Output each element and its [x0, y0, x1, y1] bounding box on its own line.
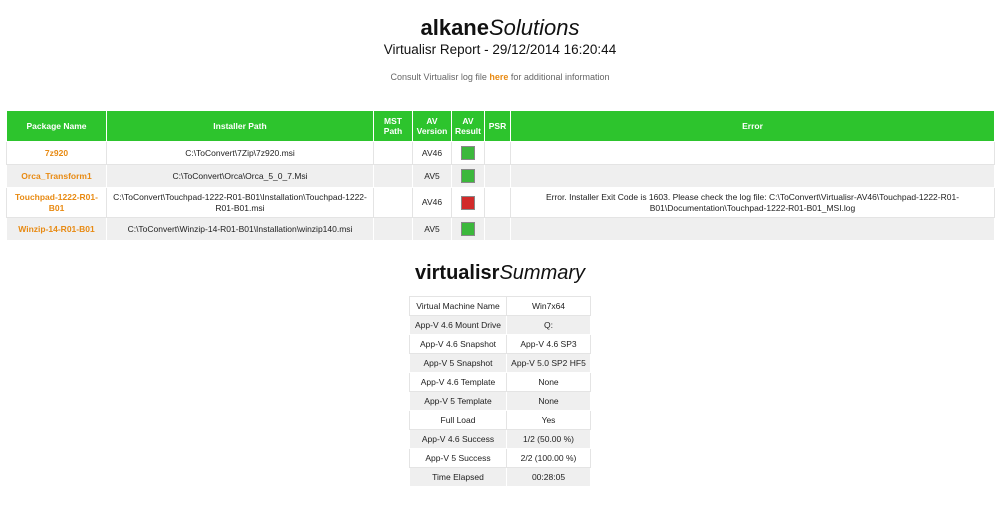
brand-logo: alkaneSolutions — [0, 14, 1000, 42]
mst-path — [373, 141, 413, 165]
col-installer-path: Installer Path — [106, 110, 374, 142]
summary-row: Time Elapsed 00:28:05 — [409, 467, 591, 487]
package-name: Winzip-14-R01-B01 — [6, 217, 107, 241]
summary-row: App-V 4.6 Success 1/2 (50.00 %) — [409, 429, 591, 449]
av-result — [451, 217, 485, 241]
av-version: AV46 — [412, 141, 452, 165]
summary-row: Full Load Yes — [409, 410, 591, 430]
summary-label: Full Load — [409, 410, 507, 430]
av-version: AV5 — [412, 217, 452, 241]
summary-value: 2/2 (100.00 %) — [506, 448, 591, 468]
summary-label: App-V 5 Snapshot — [409, 353, 507, 373]
col-error: Error — [510, 110, 995, 142]
mst-path — [373, 187, 413, 218]
summary-value: Yes — [506, 410, 591, 430]
psr — [484, 217, 511, 241]
brand-italic: Solutions — [488, 15, 580, 40]
success-status-icon — [461, 222, 475, 236]
table-row: 7z920 C:\ToConvert\7Zip\7z920.msi AV46 — [6, 141, 995, 165]
psr — [484, 164, 511, 188]
package-name: Touchpad-1222-R01-B01 — [6, 187, 107, 218]
mst-path — [373, 164, 413, 188]
col-psr: PSR — [484, 110, 511, 142]
error-message: Error. Installer Exit Code is 1603. Plea… — [510, 187, 995, 218]
summary-row: Virtual Machine Name Win7x64 — [409, 296, 591, 316]
installer-path: C:\ToConvert\Orca\Orca_5_0_7.Msi — [106, 164, 374, 188]
psr — [484, 141, 511, 165]
summary-label: App-V 5 Template — [409, 391, 507, 411]
consult-suffix: for additional information — [508, 72, 610, 82]
installer-path: C:\ToConvert\Winzip-14-R01-B01\Installat… — [106, 217, 374, 241]
summary-value: App-V 4.6 SP3 — [506, 334, 591, 354]
summary-label: Time Elapsed — [409, 467, 507, 487]
av-result — [451, 141, 485, 165]
summary-row: App-V 5 Success 2/2 (100.00 %) — [409, 448, 591, 468]
table-row: Winzip-14-R01-B01 C:\ToConvert\Winzip-14… — [6, 217, 995, 241]
summary-value: None — [506, 372, 591, 392]
summary-row: App-V 4.6 Mount Drive Q: — [409, 315, 591, 335]
summary-value: App-V 5.0 SP2 HF5 — [506, 353, 591, 373]
av-version: AV5 — [412, 164, 452, 188]
installer-path: C:\ToConvert\Touchpad-1222-R01-B01\Insta… — [106, 187, 374, 218]
col-av-version: AV Version — [412, 110, 452, 142]
error-message — [510, 217, 995, 241]
table-row: Touchpad-1222-R01-B01 C:\ToConvert\Touch… — [6, 187, 995, 218]
error-message — [510, 141, 995, 165]
summary-row: App-V 4.6 Snapshot App-V 4.6 SP3 — [409, 334, 591, 354]
consult-prefix: Consult Virtualisr log file — [390, 72, 490, 82]
summary-value: None — [506, 391, 591, 411]
installer-path: C:\ToConvert\7Zip\7z920.msi — [106, 141, 374, 165]
col-mst-path: MST Path — [373, 110, 413, 142]
mst-path — [373, 217, 413, 241]
log-file-link[interactable]: here — [489, 72, 508, 82]
summary-row: App-V 5 Snapshot App-V 5.0 SP2 HF5 — [409, 353, 591, 373]
av-result — [451, 187, 485, 218]
summary-value: 00:28:05 — [506, 467, 591, 487]
av-result — [451, 164, 485, 188]
package-name: Orca_Transform1 — [6, 164, 107, 188]
col-av-result: AV Result — [451, 110, 485, 142]
col-package-name: Package Name — [6, 110, 107, 142]
summary-row: App-V 5 Template None — [409, 391, 591, 411]
summary-value: Q: — [506, 315, 591, 335]
summary-row: App-V 4.6 Template None — [409, 372, 591, 392]
results-table: Package Name Installer Path MST Path AV … — [6, 110, 995, 241]
summary-value: Win7x64 — [506, 296, 591, 316]
summary-title-bold: virtualisr — [414, 262, 500, 284]
psr — [484, 187, 511, 218]
summary-label: App-V 4.6 Success — [409, 429, 507, 449]
success-status-icon — [461, 169, 475, 183]
report-title: Virtualisr Report - 29/12/2014 16:20:44 — [383, 42, 617, 57]
table-row: Orca_Transform1 C:\ToConvert\Orca\Orca_5… — [6, 164, 995, 188]
package-name: 7z920 — [6, 141, 107, 165]
summary-title-italic: Summary — [499, 262, 586, 284]
summary-table: Virtual Machine Name Win7x64 App-V 4.6 Mo… — [409, 296, 591, 487]
brand-bold: alkane — [420, 15, 489, 40]
error-message — [510, 164, 995, 188]
summary-title: virtualisrSummary — [0, 260, 1000, 286]
summary-label: App-V 4.6 Snapshot — [409, 334, 507, 354]
success-status-icon — [461, 146, 475, 160]
av-version: AV46 — [412, 187, 452, 218]
consult-log-text: Consult Virtualisr log file here for add… — [0, 72, 1000, 82]
summary-value: 1/2 (50.00 %) — [506, 429, 591, 449]
summary-label: App-V 4.6 Mount Drive — [409, 315, 507, 335]
failure-status-icon — [461, 195, 475, 210]
summary-label: App-V 4.6 Template — [409, 372, 507, 392]
results-header-row: Package Name Installer Path MST Path AV … — [6, 110, 995, 142]
summary-label: App-V 5 Success — [409, 448, 507, 468]
summary-label: Virtual Machine Name — [409, 296, 507, 316]
report-header: alkaneSolutions Virtualisr Report - 29/1… — [0, 14, 1000, 58]
